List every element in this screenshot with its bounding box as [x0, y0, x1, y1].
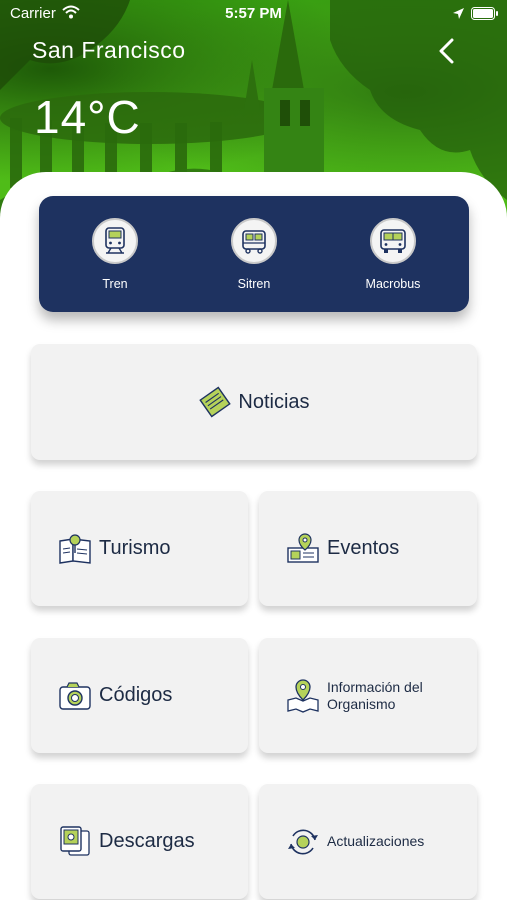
eventos-card[interactable]: Eventos: [259, 491, 477, 606]
battery-icon: [471, 7, 498, 20]
light-rail-icon: [231, 218, 277, 264]
bus-icon: [370, 218, 416, 264]
back-chevron-icon[interactable]: [436, 38, 458, 64]
map-book-icon: [59, 533, 91, 564]
transport-panel: Tren Sitren Macrobus: [39, 196, 469, 312]
informacion-label: Información del Organismo: [327, 678, 423, 712]
train-icon: [92, 218, 138, 264]
noticias-card[interactable]: Noticias: [31, 344, 477, 460]
transport-macrobus-button[interactable]: Macrobus: [343, 218, 443, 291]
turismo-label: Turismo: [99, 537, 171, 559]
event-ticket-icon: [287, 532, 319, 563]
photos-icon: [60, 825, 90, 856]
codigos-card[interactable]: Códigos: [31, 638, 248, 753]
status-bar: Carrier 5:57 PM: [0, 0, 507, 28]
codigos-label: Códigos: [99, 684, 173, 706]
transport-sitren-label: Sitren: [237, 277, 271, 291]
temperature: 14°C: [34, 91, 141, 143]
status-time: 5:57 PM: [225, 5, 282, 22]
city-name: San Francisco: [32, 37, 186, 63]
newspaper-icon: [199, 386, 232, 418]
eventos-label: Eventos: [327, 537, 400, 559]
camera-icon: [59, 681, 91, 710]
transport-macrobus-label: Macrobus: [365, 277, 421, 291]
descargas-card[interactable]: Descargas: [31, 784, 248, 899]
refresh-icon: [288, 829, 318, 854]
location-arrow-icon: [453, 8, 464, 19]
informacion-card[interactable]: Información del Organismo: [259, 638, 477, 753]
turismo-card[interactable]: Turismo: [31, 491, 248, 606]
transport-sitren-button[interactable]: Sitren: [204, 218, 304, 291]
descargas-label: Descargas: [99, 830, 195, 852]
transport-tren-button[interactable]: Tren: [65, 218, 165, 291]
location-map-icon: [287, 678, 319, 713]
actualizaciones-card[interactable]: Actualizaciones: [259, 784, 477, 899]
transport-tren-label: Tren: [102, 277, 128, 291]
noticias-label: Noticias: [238, 390, 310, 413]
actualizaciones-label: Actualizaciones: [327, 833, 425, 849]
